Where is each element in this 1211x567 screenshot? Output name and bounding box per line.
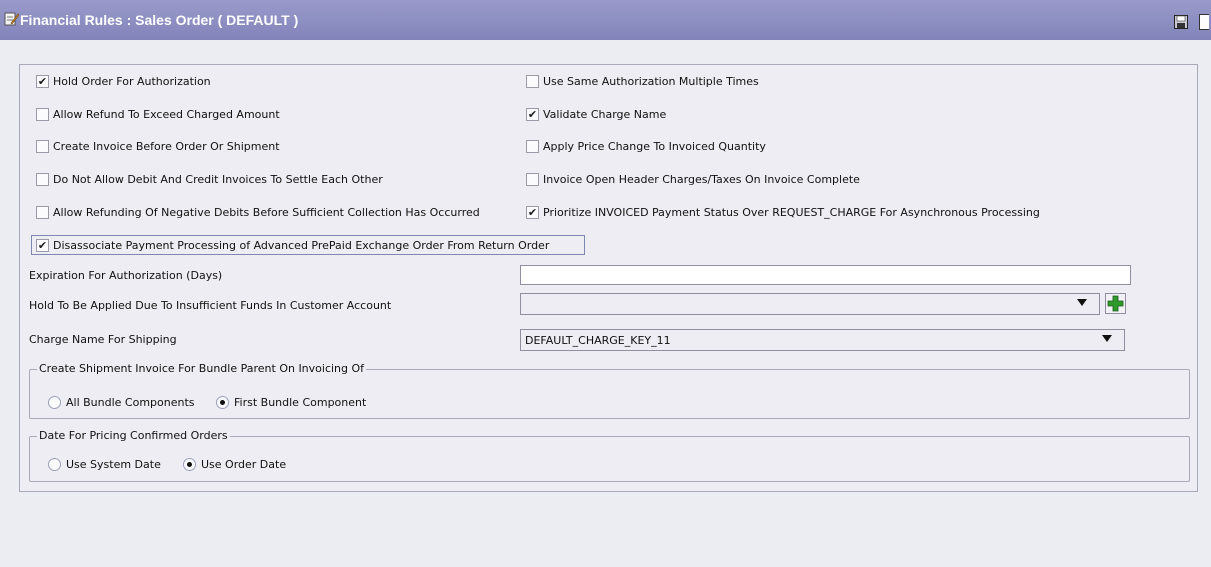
radio-label: All Bundle Components xyxy=(66,396,195,409)
radio-label: First Bundle Component xyxy=(234,396,367,409)
use-same-authorization-checkbox[interactable] xyxy=(526,75,539,88)
chevron-down-icon xyxy=(1102,335,1112,342)
checkbox-label: Invoice Open Header Charges/Taxes On Inv… xyxy=(543,173,860,186)
first-bundle-component-radio[interactable] xyxy=(216,396,229,409)
checkbox-label: Hold Order For Authorization xyxy=(53,75,211,88)
pricing-date-group: Date For Pricing Confirmed Orders Use Sy… xyxy=(29,429,1190,482)
checkbox-label: Do Not Allow Debit And Credit Invoices T… xyxy=(53,173,383,186)
help-button[interactable] xyxy=(1199,14,1209,30)
do-not-allow-debit-credit-checkbox[interactable] xyxy=(36,173,49,186)
window-titlebar: Financial Rules : Sales Order ( DEFAULT … xyxy=(0,0,1211,40)
expiration-input[interactable] xyxy=(520,265,1131,285)
charge-name-select[interactable]: DEFAULT_CHARGE_KEY_11 xyxy=(520,329,1125,351)
disassociate-payment-processing-checkbox[interactable]: ✔ xyxy=(36,239,49,252)
invoice-open-header-charges-checkbox[interactable] xyxy=(526,173,539,186)
group-title: Create Shipment Invoice For Bundle Paren… xyxy=(37,362,367,375)
allow-refunding-negative-debits-checkbox[interactable] xyxy=(36,206,49,219)
checkbox-label: Apply Price Change To Invoiced Quantity xyxy=(543,140,766,153)
allow-refund-exceed-checkbox[interactable] xyxy=(36,108,49,121)
radio-label: Use Order Date xyxy=(201,458,287,471)
checkbox-label: Prioritize INVOICED Payment Status Over … xyxy=(543,206,1040,219)
plus-icon xyxy=(1107,295,1124,312)
checkbox-label: Create Invoice Before Order Or Shipment xyxy=(53,140,280,153)
floppy-disk-icon[interactable] xyxy=(1174,15,1188,29)
create-invoice-before-order-checkbox[interactable] xyxy=(36,140,49,153)
prioritize-invoiced-status-checkbox[interactable]: ✔ xyxy=(526,206,539,219)
charge-name-value: DEFAULT_CHARGE_KEY_11 xyxy=(525,334,671,347)
financial-rules-panel: ✔ Hold Order For Authorization Use Same … xyxy=(19,64,1198,492)
chevron-down-icon xyxy=(1077,299,1087,306)
checkbox-label: Validate Charge Name xyxy=(543,108,667,121)
apply-price-change-checkbox[interactable] xyxy=(526,140,539,153)
radio-label: Use System Date xyxy=(66,458,161,471)
charge-name-label: Charge Name For Shipping xyxy=(29,333,177,346)
rules-document-icon xyxy=(4,12,19,26)
checkbox-label: Use Same Authorization Multiple Times xyxy=(543,75,759,88)
hold-order-for-authorization-checkbox[interactable]: ✔ xyxy=(36,75,49,88)
hold-label: Hold To Be Applied Due To Insufficient F… xyxy=(29,299,392,312)
checkbox-label: Allow Refund To Exceed Charged Amount xyxy=(53,108,280,121)
checkbox-label: Allow Refunding Of Negative Debits Befor… xyxy=(53,206,480,219)
window-title: Financial Rules : Sales Order ( DEFAULT … xyxy=(20,12,299,28)
use-system-date-radio[interactable] xyxy=(48,458,61,471)
use-order-date-radio[interactable] xyxy=(183,458,196,471)
checkbox-label: Disassociate Payment Processing of Advan… xyxy=(53,239,550,252)
bundle-invoice-group: Create Shipment Invoice For Bundle Paren… xyxy=(29,362,1190,419)
add-hold-button[interactable] xyxy=(1105,293,1126,314)
all-bundle-components-radio[interactable] xyxy=(48,396,61,409)
group-title: Date For Pricing Confirmed Orders xyxy=(37,429,230,442)
validate-charge-name-checkbox[interactable]: ✔ xyxy=(526,108,539,121)
hold-select[interactable] xyxy=(520,293,1100,315)
expiration-label: Expiration For Authorization (Days) xyxy=(29,269,223,282)
